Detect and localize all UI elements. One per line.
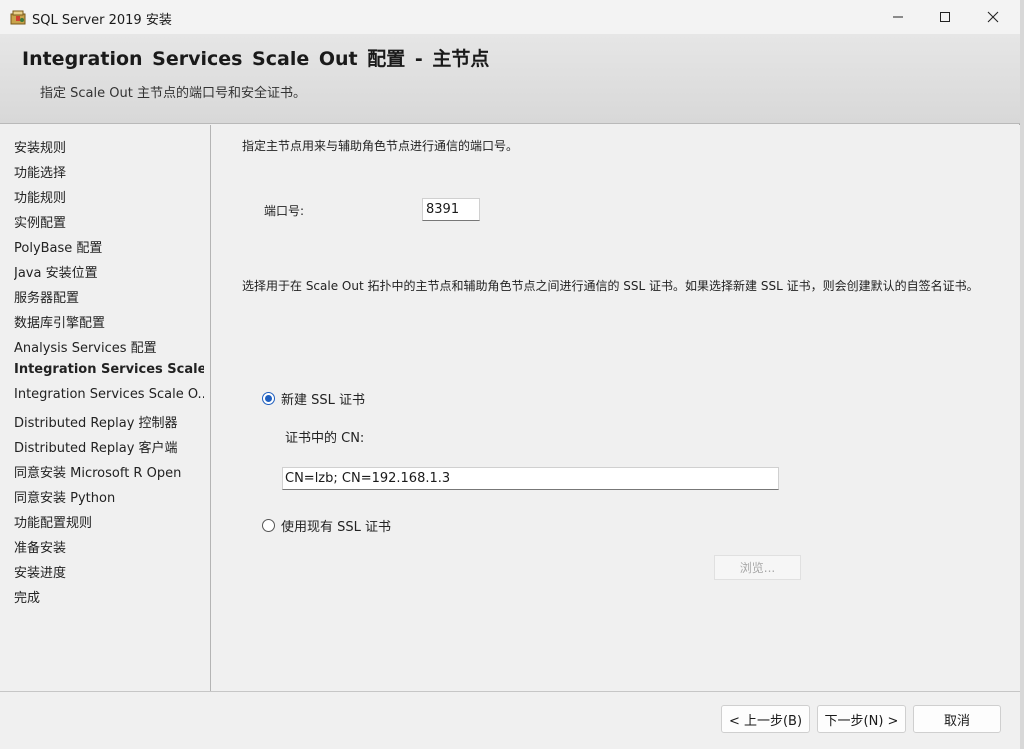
close-icon [987, 11, 999, 23]
sidebar-item-complete[interactable]: 完成 [14, 587, 204, 606]
sidebar-item-instance-config[interactable]: 实例配置 [14, 212, 204, 231]
cancel-button[interactable]: 取消 [913, 705, 1001, 733]
sidebar-item-feature-selection[interactable]: 功能选择 [14, 162, 204, 181]
existing-cert-option[interactable]: 使用现有 SSL 证书 [262, 516, 391, 535]
page-header: Integration Services Scale Out 配置 - 主节点 … [0, 34, 1020, 124]
sidebar-item-install-progress[interactable]: 安装进度 [14, 562, 204, 581]
sidebar-item-consent-python[interactable]: 同意安装 Python [14, 487, 204, 506]
sidebar-item-feature-rules[interactable]: 功能规则 [14, 187, 204, 206]
back-button[interactable]: < 上一步(B) [721, 705, 810, 733]
window-edge [1020, 0, 1024, 749]
sidebar-item-dr-client[interactable]: Distributed Replay 客户端 [14, 437, 204, 456]
next-button[interactable]: 下一步(N) > [817, 705, 906, 733]
sidebar-item-ready-to-install[interactable]: 准备安装 [14, 537, 204, 556]
sql-server-setup-icon [10, 9, 26, 25]
existing-cert-label: 使用现有 SSL 证书 [281, 520, 392, 535]
installer-window: SQL Server 2019 安装 Integration Services … [0, 0, 1020, 749]
minimize-button[interactable] [875, 0, 921, 34]
new-cert-option[interactable]: 新建 SSL 证书 [262, 389, 365, 408]
sidebar-item-install-rules[interactable]: 安装规则 [14, 137, 204, 156]
port-description: 指定主节点用来与辅助角色节点进行通信的端口号。 [242, 139, 519, 153]
maximize-button[interactable] [922, 0, 968, 34]
footer-bar: < 上一步(B) 下一步(N) > 取消 [0, 691, 1020, 749]
window-title: SQL Server 2019 安装 [32, 13, 172, 28]
sidebar-item-is-scale-out-master[interactable]: Integration Services Scale ... [14, 362, 204, 377]
sidebar-item-java-location[interactable]: Java 安装位置 [14, 262, 204, 281]
maximize-icon [940, 12, 950, 22]
sidebar-item-server-config[interactable]: 服务器配置 [14, 287, 204, 306]
sidebar-item-dr-controller[interactable]: Distributed Replay 控制器 [14, 412, 204, 431]
sidebar-item-db-engine-config[interactable]: 数据库引擎配置 [14, 312, 204, 331]
sidebar-item-analysis-services[interactable]: Analysis Services 配置 [14, 337, 204, 356]
existing-cert-radio[interactable] [262, 519, 275, 532]
port-label: 端口号: [264, 204, 305, 218]
page-subtitle: 指定 Scale Out 主节点的端口号和安全证书。 [40, 86, 306, 101]
sidebar-item-feature-config-rules[interactable]: 功能配置规则 [14, 512, 204, 531]
new-cert-label: 新建 SSL 证书 [281, 393, 366, 408]
title-bar: SQL Server 2019 安装 [0, 0, 1020, 34]
step-sidebar: 安装规则 功能选择 功能规则 实例配置 PolyBase 配置 Java 安装位… [0, 125, 211, 691]
cn-input[interactable]: CN=lzb; CN=192.168.1.3 [282, 467, 779, 490]
main-content: 指定主节点用来与辅助角色节点进行通信的端口号。 端口号: 8391 选择用于在 … [212, 125, 1020, 691]
cn-label: 证书中的 CN: [285, 431, 365, 446]
new-cert-radio[interactable] [262, 392, 275, 405]
browse-button[interactable]: 浏览... [714, 555, 801, 580]
sidebar-item-consent-r[interactable]: 同意安装 Microsoft R Open [14, 462, 204, 481]
minimize-icon [893, 16, 903, 18]
certificate-description: 选择用于在 Scale Out 拓扑中的主节点和辅助角色节点之间进行通信的 SS… [242, 279, 979, 293]
page-title: Integration Services Scale Out 配置 - 主节点 [22, 48, 490, 70]
sidebar-item-polybase-config[interactable]: PolyBase 配置 [14, 237, 204, 256]
sidebar-item-is-scale-out-worker[interactable]: Integration Services Scale O... [14, 387, 204, 402]
port-input[interactable]: 8391 [422, 198, 480, 221]
close-button[interactable] [970, 0, 1016, 34]
